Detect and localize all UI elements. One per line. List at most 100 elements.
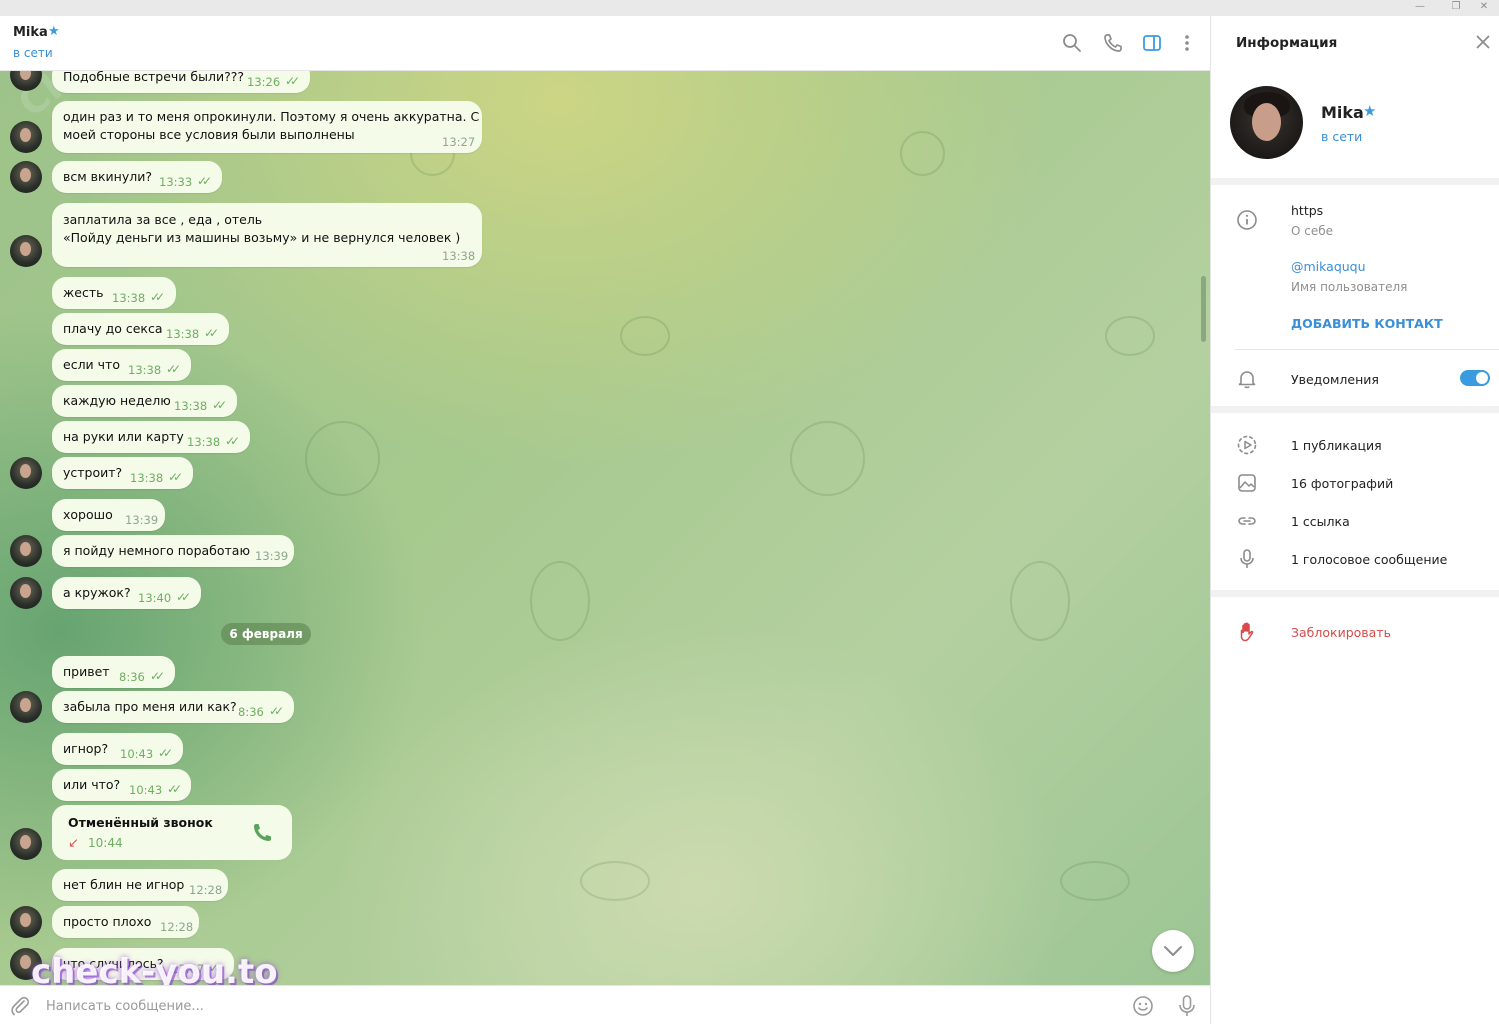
message-text: плачу до секса: [63, 321, 163, 336]
message-bubble[interactable]: хорошо 13:39: [52, 499, 165, 531]
background-doodle: [900, 131, 945, 176]
message-bubble[interactable]: Подобные встречи были??? 13:26 ✓✓: [52, 71, 310, 93]
message-bubble[interactable]: привет 8:36 ✓✓: [52, 656, 175, 688]
message-input[interactable]: [46, 994, 1106, 1018]
avatar[interactable]: [10, 161, 42, 193]
avatar[interactable]: [10, 577, 42, 609]
avatar[interactable]: [10, 828, 42, 860]
premium-star-icon: ★: [48, 24, 60, 39]
message-bubble[interactable]: игнор? 10:43 ✓✓: [52, 733, 183, 765]
message-bubble[interactable]: я пойду немного поработаю 13:39: [52, 535, 294, 567]
peer-status: в сети: [13, 46, 53, 60]
background-doodle: [1010, 561, 1070, 641]
call-back-phone-icon[interactable]: [250, 821, 274, 845]
message-text: жесть: [63, 285, 104, 300]
message-text: если что: [63, 357, 120, 372]
profile-avatar[interactable]: [1230, 86, 1303, 159]
block-hand-icon: [1240, 622, 1254, 642]
notifications-toggle[interactable]: [1460, 370, 1490, 386]
avatar[interactable]: [10, 535, 42, 567]
read-checks-icon: ✓✓: [269, 704, 284, 718]
microphone-icon[interactable]: [1176, 994, 1198, 1018]
emoji-icon[interactable]: [1132, 995, 1154, 1017]
message-time: 13:39: [125, 513, 159, 527]
message-bubble[interactable]: нет блин не игнор 12:28: [52, 869, 228, 901]
close-icon[interactable]: [1473, 32, 1493, 52]
block-user-button[interactable]: Заблокировать: [1291, 625, 1391, 640]
scroll-to-bottom-button[interactable]: [1152, 930, 1194, 972]
phone-icon[interactable]: [1102, 32, 1124, 54]
call-time: 10:44: [88, 836, 123, 850]
message-bubble[interactable]: заплатила за все , еда , отель «Пойду де…: [52, 203, 482, 267]
message-time: 13:38: [112, 291, 146, 305]
message-bubble[interactable]: каждую неделю 13:38 ✓✓: [52, 385, 237, 417]
message-time: 13:27: [442, 135, 476, 149]
read-checks-icon: ✓✓: [158, 746, 173, 760]
avatar[interactable]: [10, 906, 42, 938]
message-bubble[interactable]: а кружок? 13:40 ✓✓: [52, 577, 201, 609]
message-list[interactable]: CHECK-YOU.ME Подобные встречи были??? 13…: [0, 71, 1210, 985]
message-text: я пойду немного поработаю: [63, 543, 250, 558]
media-publications[interactable]: 1 публикация: [1291, 438, 1382, 453]
read-checks-icon: ✓✓: [225, 434, 240, 448]
read-checks-icon: ✓✓: [150, 290, 165, 304]
message-text: просто плохо: [63, 914, 152, 929]
message-time: 13:38: [128, 363, 162, 377]
search-icon[interactable]: [1061, 32, 1083, 54]
message-text: всм вкинули?: [63, 169, 153, 184]
stories-icon: [1237, 435, 1257, 455]
username-link[interactable]: @mikaququ: [1291, 259, 1366, 274]
message-bubble[interactable]: или что? 10:43 ✓✓: [52, 769, 191, 801]
message-bubble[interactable]: всм вкинули? 13:33 ✓✓: [52, 161, 222, 193]
read-checks-icon: ✓✓: [204, 326, 219, 340]
media-photos[interactable]: 16 фотографий: [1291, 476, 1393, 491]
message-text: Подобные встречи были???: [63, 71, 244, 84]
message-time: 13:33: [159, 175, 193, 189]
message-bubble[interactable]: один раз и то меня опрокинули. Поэтому я…: [52, 101, 482, 153]
call-title: Отменённый звонок: [68, 815, 213, 830]
close-window-button[interactable]: ✕: [1467, 0, 1499, 16]
add-contact-button[interactable]: ДОБАВИТЬ КОНТАКТ: [1291, 316, 1443, 331]
attach-icon[interactable]: [9, 995, 31, 1017]
avatar[interactable]: [10, 457, 42, 489]
bio-label: О себе: [1291, 224, 1334, 238]
window-titlebar: — ❐ ✕: [0, 0, 1499, 16]
message-text: моей стороны все условия были выполнены: [63, 127, 355, 142]
background-doodle: [580, 861, 650, 901]
message-bubble[interactable]: устроит? 13:38 ✓✓: [52, 457, 193, 489]
message-time: 13:38: [187, 435, 221, 449]
missed-call-arrow-icon: ↙: [68, 836, 79, 851]
link-icon: [1238, 517, 1256, 525]
avatar[interactable]: [10, 235, 42, 267]
message-time: 8:36: [119, 670, 145, 684]
chat-scrollbar[interactable]: [1201, 276, 1206, 342]
read-checks-icon: ✓✓: [212, 398, 227, 412]
media-links[interactable]: 1 ссылка: [1291, 514, 1350, 529]
message-bubble[interactable]: плачу до секса 13:38 ✓✓: [52, 313, 229, 345]
premium-star-icon: ★: [1363, 102, 1377, 120]
message-bubble[interactable]: просто плохо 12:28: [52, 906, 199, 938]
minimize-button[interactable]: —: [1403, 0, 1437, 16]
message-bubble[interactable]: на руки или карту 13:38 ✓✓: [52, 421, 250, 453]
more-vert-icon[interactable]: [1176, 32, 1198, 54]
background-doodle: [790, 421, 865, 496]
message-time: 12:28: [160, 920, 194, 934]
message-text: или что?: [63, 777, 121, 792]
message-time: 13:38: [130, 471, 164, 485]
bell-icon: [1238, 371, 1256, 389]
peer-name[interactable]: Mika: [13, 25, 48, 40]
message-text: нет блин не игнор: [63, 877, 185, 892]
sidebar-toggle-icon[interactable]: [1141, 32, 1163, 54]
message-bubble[interactable]: забыла про меня или как? 8:36 ✓✓: [52, 691, 294, 723]
message-bubble[interactable]: если что 13:38 ✓✓: [52, 349, 191, 381]
message-bubble[interactable]: жесть 13:38 ✓✓: [52, 277, 176, 309]
bio-text[interactable]: https: [1291, 203, 1323, 218]
media-voice-messages[interactable]: 1 голосовое сообщение: [1291, 552, 1447, 567]
profile-name: Mika: [1321, 103, 1364, 122]
avatar[interactable]: [10, 691, 42, 723]
message-text: забыла про меня или как?: [63, 699, 237, 714]
info-icon: [1237, 210, 1257, 230]
avatar[interactable]: [10, 121, 42, 153]
call-message-bubble[interactable]: Отменённый звонок ↙ 10:44: [52, 805, 292, 860]
message-time: 13:38: [442, 249, 476, 263]
